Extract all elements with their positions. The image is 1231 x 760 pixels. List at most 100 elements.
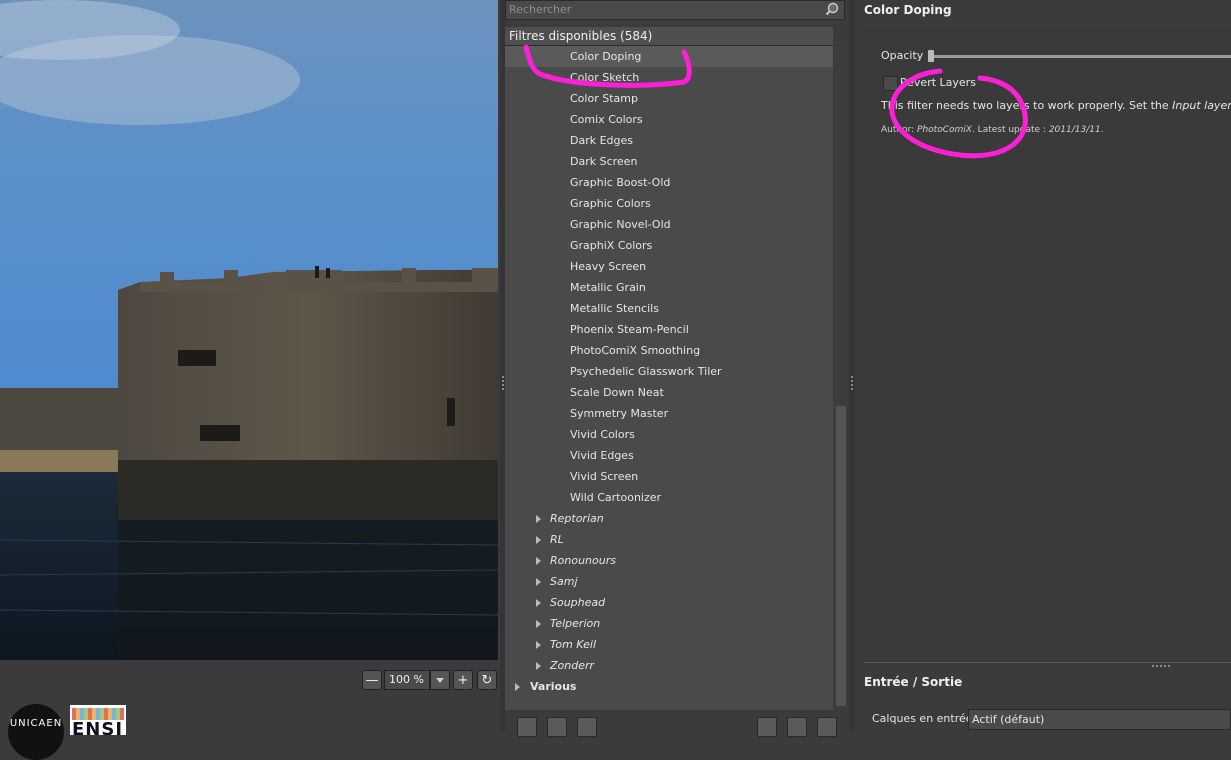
splitter-grip-icon [851, 376, 853, 390]
filter-settings-panel: Color Doping Opacity Revert Layers This … [855, 0, 1231, 732]
filter-category-various[interactable]: Various [505, 676, 833, 697]
input-layers-select[interactable]: Actif (défaut) [968, 709, 1231, 730]
ensi-logo: ENSI [70, 705, 126, 735]
expand-arrow-icon[interactable] [536, 599, 541, 607]
filter-item[interactable]: GraphiX Colors [505, 235, 833, 256]
select-filters-button[interactable] [787, 717, 807, 737]
filter-item-label: Phoenix Steam-Pencil [570, 323, 689, 336]
expand-arrow-icon[interactable] [536, 620, 541, 628]
zoom-level-field[interactable]: 100 % [384, 670, 430, 690]
author-prefix: Author: [881, 125, 918, 135]
filter-item-label: Wild Cartoonizer [570, 491, 662, 504]
filter-item[interactable]: Symmetry Master [505, 403, 833, 424]
filter-item-label: Symmetry Master [570, 407, 669, 420]
filter-item-label: GraphiX Colors [570, 239, 653, 252]
filter-item[interactable]: Dark Screen [505, 151, 833, 172]
add-favorite-button[interactable] [517, 717, 537, 737]
filter-item-label: Dark Screen [570, 155, 638, 168]
filter-item[interactable]: Graphic Novel-Old [505, 214, 833, 235]
author-end: . [1100, 125, 1104, 135]
revert-layers-checkbox[interactable] [883, 76, 898, 91]
image-preview[interactable] [0, 0, 498, 660]
filter-category[interactable]: Telperion [505, 613, 833, 634]
splitter-grip-icon [502, 376, 504, 390]
filter-item[interactable]: Wild Cartoonizer [505, 487, 833, 508]
filter-item[interactable]: Vivid Edges [505, 445, 833, 466]
filter-item[interactable]: Psychedelic Glasswork Tiler [505, 361, 833, 382]
filter-category[interactable]: RL [505, 529, 833, 550]
filter-item-label: Metallic Grain [570, 281, 646, 294]
expand-arrow-icon[interactable] [536, 641, 541, 649]
filter-item[interactable]: Color Doping [505, 46, 833, 67]
expand-arrow-icon[interactable] [536, 536, 541, 544]
search-input[interactable]: Rechercher [505, 0, 845, 20]
filter-item[interactable]: Color Sketch [505, 67, 833, 88]
remove-favorite-button[interactable] [547, 717, 567, 737]
filter-category-label: Zonderr [550, 659, 595, 672]
filter-item[interactable]: Heavy Screen [505, 256, 833, 277]
filter-list-scrollbar[interactable] [834, 46, 848, 710]
expand-arrow-icon[interactable] [536, 557, 541, 565]
update-filters-button[interactable] [817, 717, 837, 737]
expand-arrow-icon[interactable] [536, 515, 541, 523]
author-update-label: . Latest update : [971, 125, 1049, 135]
filter-category-label: RL [550, 533, 564, 546]
filter-category[interactable]: Ronounours [505, 550, 833, 571]
filter-category[interactable]: Tom Keil [505, 634, 833, 655]
filter-item[interactable]: Vivid Screen [505, 466, 833, 487]
rename-favorite-button[interactable] [577, 717, 597, 737]
opacity-slider-handle[interactable] [928, 50, 934, 62]
expand-arrow-icon[interactable] [515, 683, 520, 691]
filter-item[interactable]: Metallic Grain [505, 277, 833, 298]
opacity-label: Opacity [881, 49, 924, 62]
filter-item-label: Dark Edges [570, 134, 634, 147]
filter-item[interactable]: Graphic Boost-Old [505, 172, 833, 193]
filter-item-label: Heavy Screen [570, 260, 647, 273]
filter-item-label: Color Sketch [570, 71, 640, 84]
zoom-in-button[interactable]: + [453, 670, 473, 690]
filter-item[interactable]: Phoenix Steam-Pencil [505, 319, 833, 340]
zoom-out-button[interactable]: — [362, 670, 382, 690]
filter-category-label: Tom Keil [550, 638, 597, 651]
filter-item[interactable]: Dark Edges [505, 130, 833, 151]
filter-note: This filter needs two layers to work pro… [881, 99, 1231, 112]
filter-list[interactable]: Color Doping Color Sketch Color Stamp Comix… [505, 46, 833, 710]
filter-item-label: Psychedelic Glasswork Tiler [570, 365, 722, 378]
filter-category-label: Telperion [550, 617, 601, 630]
filter-item[interactable]: PhotoComiX Smoothing [505, 340, 833, 361]
search-icon[interactable] [825, 2, 839, 16]
author-name: PhotoComiX [917, 125, 972, 135]
zoom-dropdown-button[interactable] [430, 670, 450, 690]
revert-layers-label: Revert Layers [900, 76, 976, 89]
filter-item-label: Vivid Edges [570, 449, 634, 462]
filter-category[interactable]: Souphead [505, 592, 833, 613]
zoom-toolbar: — 100 % + ↻ [0, 660, 500, 700]
visible-filters-button[interactable] [757, 717, 777, 737]
filter-item[interactable]: Vivid Colors [505, 424, 833, 445]
filter-category[interactable]: Zonderr [505, 655, 833, 676]
minus-icon: — [365, 672, 379, 688]
expand-arrow-icon[interactable] [536, 578, 541, 586]
filter-item-label: Metallic Stencils [570, 302, 659, 315]
filter-item[interactable]: Comix Colors [505, 109, 833, 130]
note-emphasis: Input layers [1172, 99, 1231, 112]
filter-item[interactable]: Scale Down Neat [505, 382, 833, 403]
filter-item[interactable]: Metallic Stencils [505, 298, 833, 319]
refresh-preview-button[interactable]: ↻ [477, 670, 497, 690]
filter-item-label: Comix Colors [570, 113, 643, 126]
opacity-slider[interactable] [934, 55, 1231, 58]
filters-header[interactable]: Filtres disponibles (584) [505, 27, 833, 46]
filter-category[interactable]: Samj [505, 571, 833, 592]
filter-item[interactable]: Color Stamp [505, 88, 833, 109]
filter-category[interactable]: Reptorian [505, 508, 833, 529]
filter-item[interactable]: Graphic Colors [505, 193, 833, 214]
filter-item-label: Graphic Boost-Old [570, 176, 671, 189]
io-divider [864, 662, 1231, 663]
unicaen-logo: UNICAEN [8, 704, 64, 760]
scrollbar-thumb[interactable] [836, 406, 846, 706]
filter-list-toolbar [505, 710, 845, 737]
filter-item-label: Vivid Screen [570, 470, 639, 483]
logo-strip: UNICAEN ENSI [0, 700, 500, 760]
io-resize-grip-icon[interactable] [1152, 665, 1170, 667]
expand-arrow-icon[interactable] [536, 662, 541, 670]
